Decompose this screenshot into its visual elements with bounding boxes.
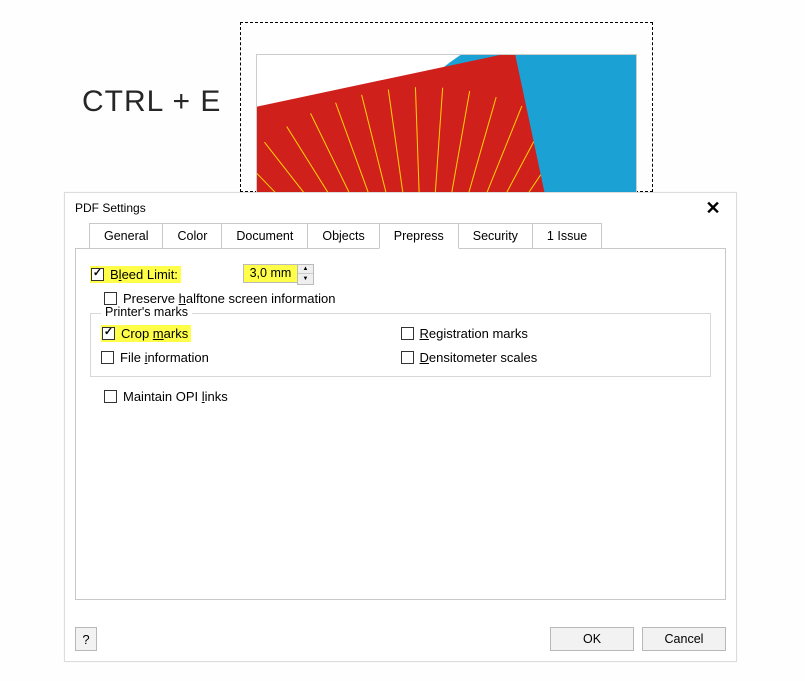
densitometer-row: Densitometer scales <box>401 346 701 368</box>
bleed-limit-checkbox[interactable] <box>91 268 104 281</box>
bleed-limit-down-button[interactable]: ▼ <box>298 274 313 284</box>
preserve-halftone-label: Preserve halftone screen information <box>123 291 335 306</box>
pdf-settings-dialog: PDF Settings ✕ General Color Document Ob… <box>64 192 737 662</box>
dialog-footer: ? OK Cancel <box>75 627 726 651</box>
chevron-down-icon: ▼ <box>302 276 308 282</box>
densitometer-checkbox[interactable] <box>401 351 414 364</box>
crop-marks-highlight: Crop marks <box>101 325 191 342</box>
maintain-opi-row: Maintain OPI links <box>104 385 711 407</box>
file-info-checkbox[interactable] <box>101 351 114 364</box>
registration-marks-checkbox[interactable] <box>401 327 414 340</box>
canvas-bleed-box <box>240 22 653 192</box>
densitometer-label: Densitometer scales <box>420 350 538 365</box>
bleed-limit-spinner: ▲ ▼ <box>243 264 314 285</box>
file-info-row: File information <box>101 346 401 368</box>
titlebar: PDF Settings ✕ <box>65 193 736 223</box>
tab-bar: General Color Document Objects Prepress … <box>89 223 726 248</box>
dialog-body: General Color Document Objects Prepress … <box>75 223 726 616</box>
maintain-opi-label: Maintain OPI links <box>123 389 228 404</box>
tab-issues[interactable]: 1 Issue <box>532 223 602 248</box>
preserve-halftone-row: Preserve halftone screen information <box>104 287 711 309</box>
tab-security[interactable]: Security <box>458 223 533 248</box>
crop-marks-label: Crop marks <box>121 326 188 341</box>
bleed-limit-highlight: Bleed Limit: <box>90 266 181 283</box>
printers-marks-group: Printer's marks Crop marks <box>90 313 711 377</box>
printers-marks-col-left: Crop marks File information <box>101 322 401 370</box>
bleed-limit-row: Bleed Limit: ▲ ▼ <box>90 263 711 285</box>
registration-marks-label: Registration marks <box>420 326 528 341</box>
dialog-title: PDF Settings <box>75 201 700 215</box>
cancel-button[interactable]: Cancel <box>642 627 726 651</box>
help-button[interactable]: ? <box>75 627 97 651</box>
bleed-limit-label: Bleed Limit: <box>110 267 178 282</box>
printers-marks-legend: Printer's marks <box>101 305 192 319</box>
registration-marks-row: Registration marks <box>401 322 701 344</box>
printers-marks-columns: Crop marks File information <box>101 322 700 370</box>
shape-sunburst-rays <box>256 54 515 114</box>
tab-color[interactable]: Color <box>162 223 222 248</box>
maintain-opi-checkbox[interactable] <box>104 390 117 403</box>
printers-marks-col-right: Registration marks Densitometer scales <box>401 322 701 370</box>
keyboard-hint: CTRL + E <box>82 85 221 119</box>
preserve-halftone-checkbox[interactable] <box>104 292 117 305</box>
tab-document[interactable]: Document <box>221 223 308 248</box>
tab-objects[interactable]: Objects <box>307 223 379 248</box>
close-icon: ✕ <box>705 198 720 219</box>
file-info-label: File information <box>120 350 209 365</box>
ok-button[interactable]: OK <box>550 627 634 651</box>
chevron-up-icon: ▲ <box>302 266 308 272</box>
bleed-limit-up-button[interactable]: ▲ <box>298 265 313 275</box>
crop-marks-row: Crop marks <box>101 322 401 344</box>
bleed-limit-input[interactable] <box>243 264 297 283</box>
close-button[interactable]: ✕ <box>700 196 726 220</box>
prepress-panel: Bleed Limit: ▲ ▼ Preserve halftone scree… <box>75 248 726 600</box>
tab-general[interactable]: General <box>89 223 163 248</box>
tab-prepress[interactable]: Prepress <box>379 223 459 249</box>
crop-marks-checkbox[interactable] <box>102 327 115 340</box>
